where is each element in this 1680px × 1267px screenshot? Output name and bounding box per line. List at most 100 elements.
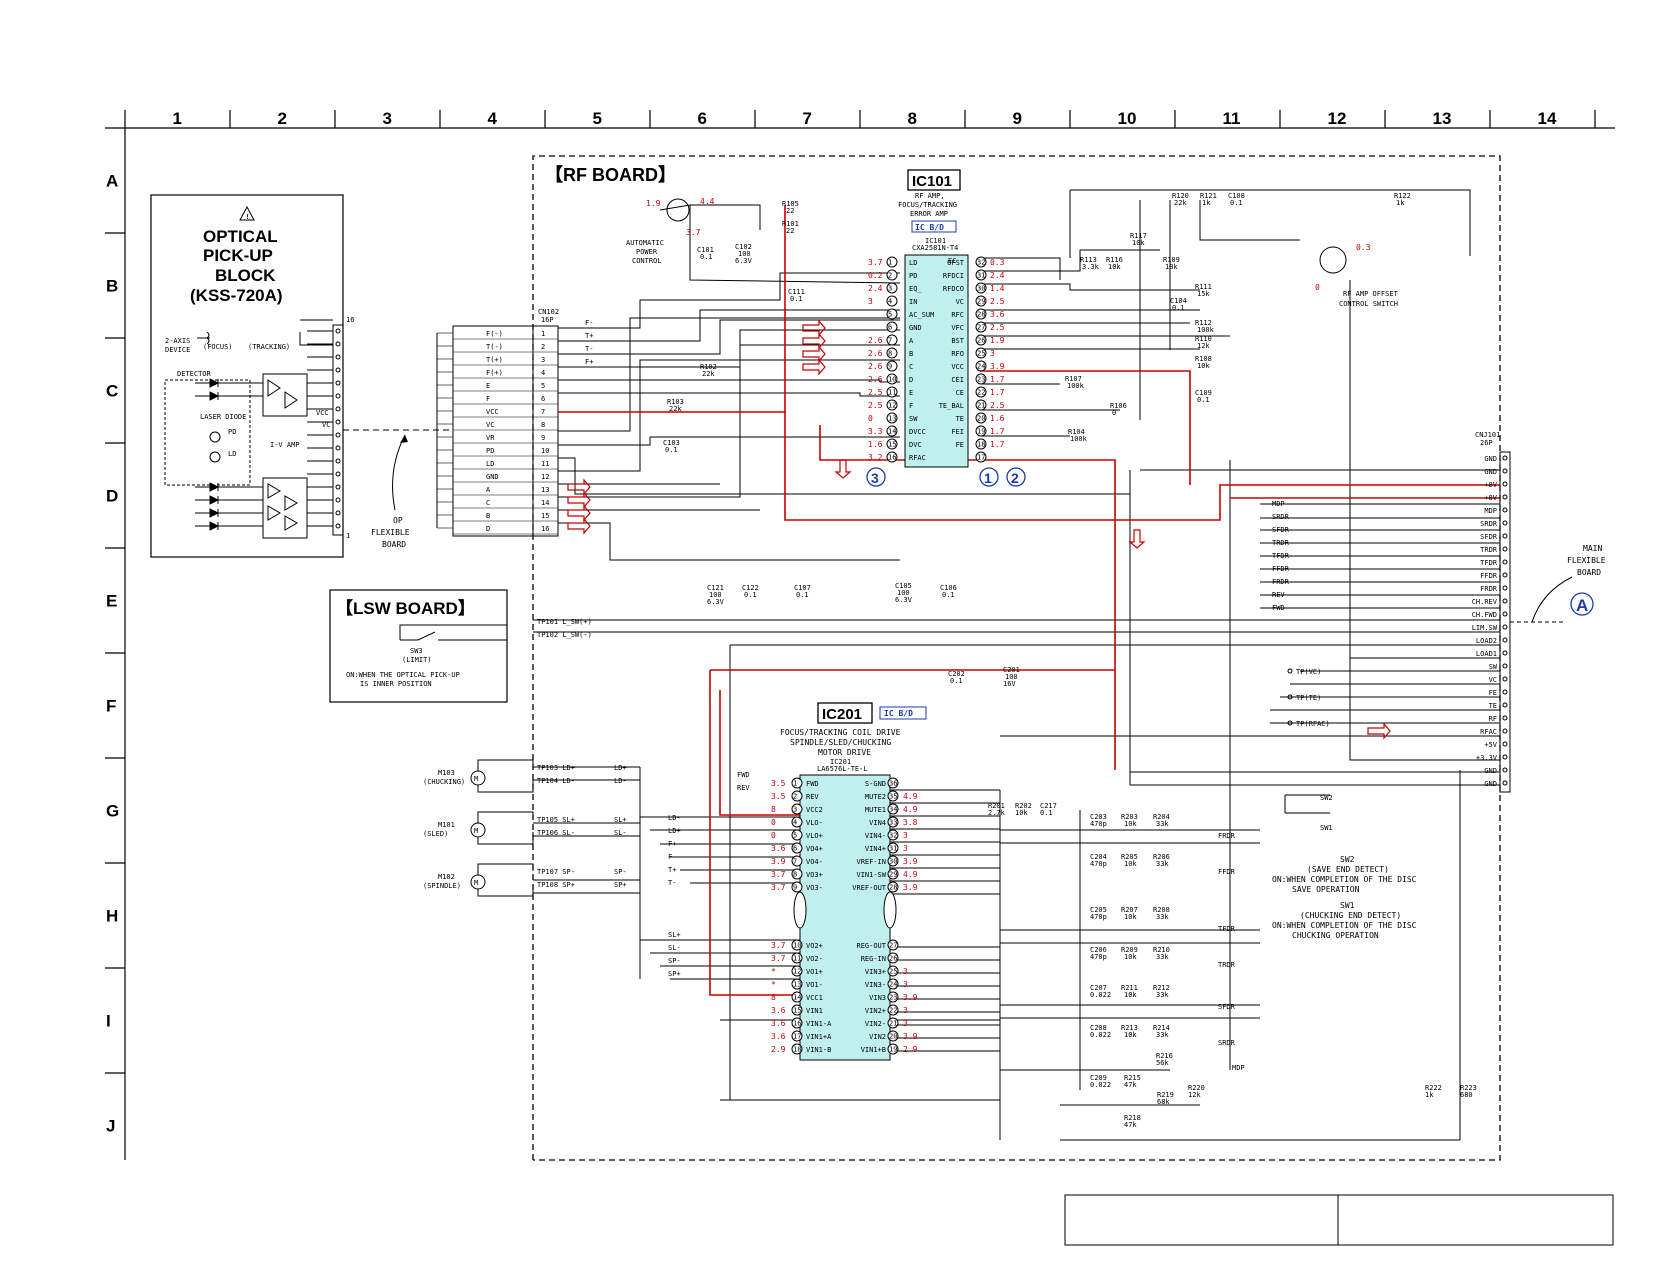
voltage-label: 2.5: [868, 401, 883, 410]
lsw-note1: ON:WHEN THE OPTICAL PICK-UP: [346, 671, 460, 679]
ic101-pin-label: IN: [909, 298, 917, 306]
apc-v2: 4.4: [700, 197, 715, 206]
voltage-label: 8: [771, 805, 776, 814]
laser-diode-label: LASER DIODE: [200, 413, 246, 421]
ic201-pin-number: 21: [889, 1020, 897, 1028]
row-label: J: [106, 1117, 115, 1136]
ic101-name: IC101: [912, 173, 952, 190]
ic101-pin-number: 26: [977, 337, 985, 345]
net-label: REV: [737, 784, 750, 792]
ic201-badge: IC B/D: [884, 709, 913, 718]
voltage-label: *: [771, 980, 776, 989]
ic201-pin-number: 3: [793, 806, 797, 814]
motor-symbol: M: [474, 827, 478, 835]
component-value: 68k: [1157, 1098, 1170, 1106]
voltage-label: 2.5: [990, 297, 1005, 306]
filter-r1-value: 10k: [1124, 953, 1137, 961]
connector-pin: [1502, 767, 1508, 773]
voltage-label: 2.5: [990, 401, 1005, 410]
vcc-label: VCC: [316, 409, 329, 417]
lsw-switch-sub: (LIMIT): [402, 656, 432, 664]
filter-r2-value: 33k: [1156, 820, 1169, 828]
component-value: 47k: [1124, 1121, 1137, 1129]
voltage-label: 4.9: [903, 792, 918, 801]
lsw-note2: IS INNER POSITION: [360, 680, 432, 688]
row-label: C: [106, 382, 118, 401]
cnj101-pins: 26P: [1480, 439, 1493, 447]
ic101-pin-label: OFST: [947, 259, 965, 267]
ic101-pin-label: FE: [956, 441, 964, 449]
ic201-pin-number: 20: [889, 1033, 897, 1041]
cn102-out-label: T-: [585, 345, 593, 353]
voltage-label: 3: [990, 349, 995, 358]
ic101-pin-label: RFAC: [909, 454, 926, 462]
main-flex-1: MAIN: [1583, 544, 1602, 553]
ic101-pin-label: RFDCI: [943, 272, 964, 280]
component-value: 1k: [1425, 1091, 1434, 1099]
voltage-label: 2.5: [868, 388, 883, 397]
ic201-pin-number: 4: [793, 819, 797, 827]
cnj101-pin-label: GND: [1484, 468, 1497, 476]
component-value: 100k: [1070, 435, 1088, 443]
ic101-pin-label: DVC: [909, 441, 922, 449]
net-label: LD-: [668, 814, 681, 822]
component-value: 1k: [1202, 199, 1211, 207]
motor-name: M101: [438, 821, 455, 829]
connector-pin: [1502, 754, 1508, 760]
ic201-pin-label: REG-IN: [861, 955, 886, 963]
connector-pin: [1502, 728, 1508, 734]
ic201-pin-number: 36: [889, 780, 897, 788]
ic201-pin-label: VIN3: [869, 994, 886, 1002]
cnj101-pin-label: +3.3V: [1476, 754, 1498, 762]
ic201-name: IC201: [822, 706, 862, 723]
ic201-pin-number: 29: [889, 871, 897, 879]
ic201-pin-number: 19: [889, 1046, 897, 1054]
ic101-pin-number: 16: [888, 454, 896, 462]
cn102-pins: 16P: [541, 316, 554, 324]
column-label: 12: [1328, 109, 1347, 128]
filter-cap-value: 470p: [1090, 860, 1107, 868]
ic201-pin-label: VO1-: [806, 981, 823, 989]
net-label: FRDR: [1272, 578, 1290, 586]
sw2-small: SW2: [1320, 794, 1333, 802]
ic201-pin-number: 28: [889, 884, 897, 892]
ic101-pin-number: 17: [977, 454, 985, 462]
ic201-pin-number: 31: [889, 845, 897, 853]
filter-output: FRDR: [1218, 832, 1236, 840]
ic201-pin-label: VREF-OUT: [852, 884, 887, 892]
voltage-label: 3.2: [868, 453, 883, 462]
voltage-label: 3: [903, 980, 908, 989]
voltage-label: 3.7: [868, 258, 883, 267]
ic101-pin-label: D: [909, 376, 913, 384]
ic201-pin-label: VO3+: [806, 871, 823, 879]
ic101-pin-label: B: [909, 350, 913, 358]
sw2-l3: SAVE OPERATION: [1292, 885, 1360, 894]
voltage-label: 3.7: [771, 941, 786, 950]
filter-cap-value: 470p: [1090, 820, 1107, 828]
cnj101-pin-label: SFDR: [1480, 533, 1498, 541]
cnj101-pin-label: RF: [1489, 715, 1497, 723]
cn102-pin-number: 5: [541, 382, 545, 390]
c102-value2: 6.3V: [735, 257, 753, 265]
component-value: 10k: [1132, 239, 1145, 247]
tp-vc: TP(VC): [1296, 668, 1321, 676]
voltage-label: 3.6: [771, 1006, 786, 1015]
cn102-pin-number: 11: [541, 460, 549, 468]
component-value: 2.7k: [988, 809, 1006, 817]
rf-offset-l1: RF AMP OFFSET: [1343, 290, 1399, 298]
voltage-label: 3.6: [771, 1032, 786, 1041]
cn102-pin-label: F(-): [486, 330, 503, 338]
voltage-label: 3.9: [903, 1032, 918, 1041]
net-label: FFDR: [1272, 565, 1290, 573]
column-label: 9: [1013, 109, 1022, 128]
motor-net1: SL+: [614, 816, 627, 824]
voltage-label: 3.8: [903, 818, 918, 827]
ic201-pin-label: REG-OUT: [856, 942, 886, 950]
cn102-pin-label: F: [486, 395, 490, 403]
motor-sub: (CHUCKING): [423, 778, 465, 786]
connector-pin: [1502, 637, 1508, 643]
motor-tp2: TP104 LD-: [537, 777, 575, 785]
cnj101-name: CNJ101: [1475, 431, 1500, 439]
connector-pin: [335, 510, 341, 516]
ic101-pin-label: VFC: [951, 324, 964, 332]
